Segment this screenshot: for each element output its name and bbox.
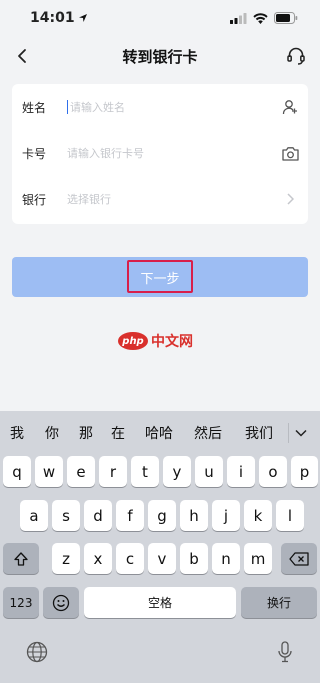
transfer-form: 姓名 卡号 银行 [12,84,308,224]
clock-text: 14:01 [30,10,75,26]
scan-card-button[interactable] [280,143,300,163]
candidate-word[interactable]: 你 [45,423,59,443]
key-z[interactable]: z [52,543,80,574]
key-y[interactable]: y [163,456,191,487]
camera-icon [281,146,299,161]
key-u[interactable]: u [195,456,223,487]
logo-text: 中文网 [151,334,193,350]
next-step-button[interactable]: 下一步 [12,257,308,297]
key-i[interactable]: i [227,456,255,487]
back-button[interactable] [12,46,32,66]
key-r[interactable]: r [99,456,127,487]
chevron-right-icon [287,193,294,205]
card-number-label: 卡号 [22,146,47,161]
status-icons [230,12,298,24]
numbers-key[interactable]: 123 [3,587,39,618]
php-cn-logo: php 中文网 [118,330,193,352]
return-key[interactable]: 换行 [241,587,317,618]
key-x[interactable]: x [84,543,112,574]
candidate-word[interactable]: 在 [111,423,125,443]
bank-label: 银行 [22,192,47,207]
key-t[interactable]: t [131,456,159,487]
emoji-key[interactable] [43,587,79,618]
cellular-signal-icon [230,12,247,24]
key-s[interactable]: s [52,500,80,531]
card-number-row: 卡号 [12,130,308,176]
key-c[interactable]: c [116,543,144,574]
delete-key[interactable] [281,543,317,574]
key-m[interactable]: m [244,543,272,574]
location-arrow-icon [78,14,87,22]
key-p[interactable]: p [291,456,318,487]
smiley-icon [52,594,70,611]
key-f[interactable]: f [116,500,144,531]
chevron-left-icon [18,49,26,63]
key-b[interactable]: b [180,543,208,574]
microphone-icon [278,641,292,663]
shift-arrow-icon [14,551,28,566]
battery-icon [274,12,298,24]
php-logo-badge: php [118,332,148,350]
globe-button[interactable] [24,639,50,665]
key-l[interactable]: l [276,500,304,531]
key-e[interactable]: e [67,456,95,487]
nav-bar: 转到银行卡 [0,36,320,76]
next-step-label: 下一步 [140,271,180,287]
wifi-icon [253,12,268,24]
key-j[interactable]: j [212,500,240,531]
bank-chevron [280,189,300,209]
key-v[interactable]: v [148,543,176,574]
candidate-word[interactable]: 哈哈 [145,423,173,443]
headset-icon [287,47,305,65]
bank-select[interactable] [67,187,267,211]
candidate-word[interactable]: 那 [79,423,93,443]
keyboard: 我 你 那 在 哈哈 然后 我们 q w e r t y u i o p a s… [0,411,320,683]
key-k[interactable]: k [244,500,272,531]
backspace-icon [289,551,309,566]
bank-row[interactable]: 银行 [12,176,308,222]
key-d[interactable]: d [84,500,112,531]
customer-service-button[interactable] [284,44,308,68]
key-a[interactable]: a [20,500,48,531]
name-input[interactable] [70,95,270,119]
contact-person-icon [282,100,297,115]
space-key[interactable]: 空格 [84,587,236,618]
contacts-button[interactable] [280,97,300,117]
candidate-word[interactable]: 我们 [245,423,273,443]
text-caret [67,100,68,114]
dictation-button[interactable] [272,639,298,665]
key-g[interactable]: g [148,500,176,531]
key-h[interactable]: h [180,500,208,531]
page-title: 转到银行卡 [122,47,198,66]
shift-key[interactable] [3,543,39,574]
candidate-word[interactable]: 我 [10,423,24,443]
status-time: 14:01 [30,10,88,26]
globe-icon [26,641,48,663]
name-label: 姓名 [22,100,47,115]
collapse-candidates-button[interactable] [288,423,312,443]
key-q[interactable]: q [3,456,31,487]
key-n[interactable]: n [212,543,240,574]
name-row: 姓名 [12,84,308,130]
key-w[interactable]: w [35,456,63,487]
card-number-input[interactable] [67,141,267,165]
candidate-bar: 我 你 那 在 哈哈 然后 我们 [0,411,320,455]
candidate-word[interactable]: 然后 [194,423,222,443]
key-o[interactable]: o [259,456,287,487]
status-bar: 14:01 [0,0,320,36]
chevron-down-icon [294,429,307,437]
